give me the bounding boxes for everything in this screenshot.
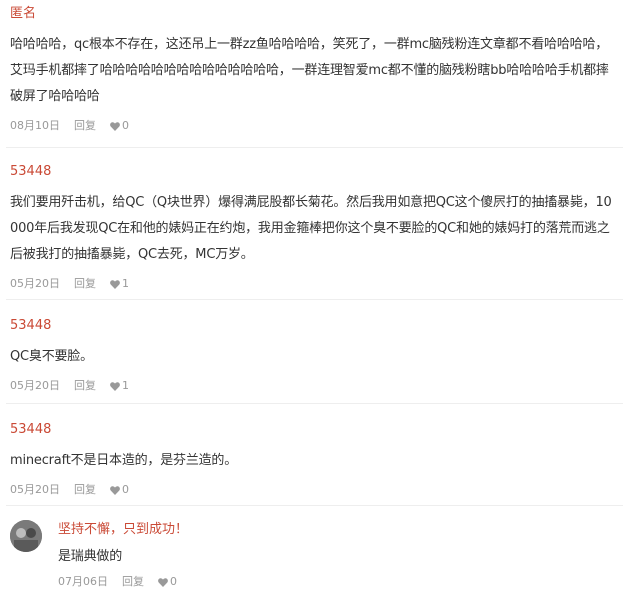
comment-username[interactable]: 匿名	[10, 4, 619, 24]
comment-item: 坚持不懈，只到成功！ 是瑞典做的 07月06日 回复 0	[0, 506, 629, 600]
comment-meta: 05月20日 回复 1	[10, 276, 619, 292]
reply-button[interactable]: 回复	[74, 118, 96, 134]
heart-icon	[110, 381, 120, 391]
comment-username[interactable]: 53448	[10, 162, 619, 182]
comment-text: QC臭不要脸。	[10, 349, 93, 364]
comment-meta: 08月10日 回复 0	[10, 118, 619, 134]
heart-icon	[110, 121, 120, 131]
comment-item: 53448 minecraft不是日本造的，是芬兰造的。 05月20日 回复 0	[0, 404, 629, 506]
comment-meta: 05月20日 回复 1	[10, 378, 619, 394]
like-button[interactable]: 1	[110, 378, 129, 394]
like-count: 0	[122, 119, 129, 132]
comment-date: 07月06日	[58, 575, 108, 588]
comment-item: 53448 我们要用歼击机，给QC（Q块世界）爆得满屁股都长菊花。然后我用如意把…	[0, 148, 629, 300]
user-avatar[interactable]	[10, 520, 42, 552]
comment-text: minecraft不是日本造的，是芬兰造的。	[10, 453, 238, 468]
comment-username[interactable]: 坚持不懈，只到成功！	[58, 520, 619, 540]
comment-meta: 07月06日 回复 0	[58, 574, 619, 590]
comment-text: 我们要用歼击机，给QC（Q块世界）爆得满屁股都长菊花。然后我用如意把QC这个傻屄…	[10, 195, 612, 262]
comment-username[interactable]: 53448	[10, 420, 619, 440]
reply-button[interactable]: 回复	[74, 482, 96, 498]
comment-text: 是瑞典做的	[58, 549, 123, 564]
comment-body: 坚持不懈，只到成功！ 是瑞典做的 07月06日 回复 0	[58, 520, 619, 590]
like-button[interactable]: 0	[158, 574, 177, 590]
comment-date: 05月20日	[10, 379, 60, 392]
comment-text: 哈哈哈哈，qc根本不存在，这还吊上一群zz鱼哈哈哈哈，笑死了，一群mc脑残粉连文…	[10, 37, 609, 104]
comment-item: 匿名 哈哈哈哈，qc根本不存在，这还吊上一群zz鱼哈哈哈哈，笑死了，一群mc脑残…	[0, 0, 629, 148]
reply-button[interactable]: 回复	[74, 276, 96, 292]
like-button[interactable]: 1	[110, 276, 129, 292]
like-button[interactable]: 0	[110, 482, 129, 498]
like-button[interactable]: 0	[110, 118, 129, 134]
like-count: 0	[122, 483, 129, 496]
like-count: 1	[122, 277, 129, 290]
heart-icon	[158, 577, 168, 587]
comment-meta: 05月20日 回复 0	[10, 482, 619, 498]
like-count: 1	[122, 379, 129, 392]
heart-icon	[110, 279, 120, 289]
comment-username[interactable]: 53448	[10, 316, 619, 336]
like-count: 0	[170, 575, 177, 588]
comment-date: 05月20日	[10, 483, 60, 496]
heart-icon	[110, 485, 120, 495]
comment-date: 05月20日	[10, 277, 60, 290]
reply-button[interactable]: 回复	[74, 378, 96, 394]
comment-date: 08月10日	[10, 119, 60, 132]
comment-item: 53448 QC臭不要脸。 05月20日 回复 1	[0, 300, 629, 404]
reply-button[interactable]: 回复	[122, 574, 144, 590]
